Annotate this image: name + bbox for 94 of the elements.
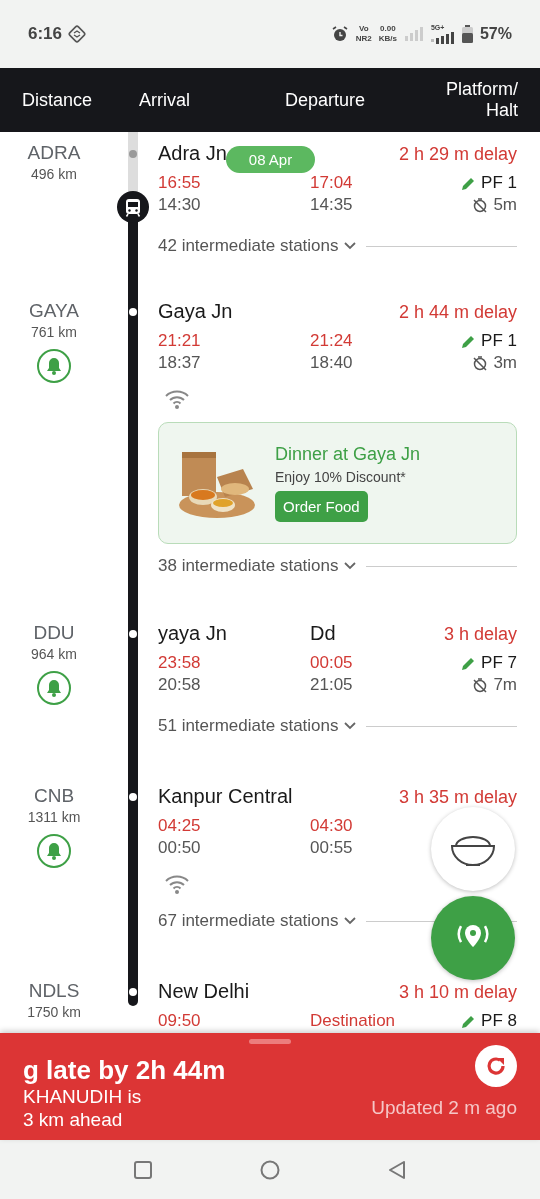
volte-label: Vo [358, 24, 369, 34]
pencil-icon[interactable] [461, 655, 477, 671]
promo-subtitle: Enjoy 10% Discount* [275, 469, 407, 485]
departure-actual-time: 21:24 [310, 330, 353, 352]
departure-actual-time: Destination [310, 1010, 396, 1032]
column-header: Distance [22, 89, 94, 111]
network-label: NR2 [355, 34, 372, 44]
station-name: Gaya Jn [158, 300, 233, 322]
delay-status: 3 h delay [443, 624, 517, 645]
arrival-actual-time: 04:25 [158, 815, 201, 837]
location-text: KHANUDIH is [23, 1085, 143, 1108]
station-distance: 761 km [31, 324, 77, 340]
arrival-scheduled-time: 20:58 [158, 674, 201, 696]
chevron-down-icon[interactable] [343, 562, 356, 570]
bell-icon[interactable] [36, 833, 72, 869]
departure-actual-time: 00:05 [310, 652, 353, 674]
stopwatch-icon [472, 355, 489, 371]
station-code: NDLS [28, 980, 80, 1002]
station-name: Dd [310, 622, 336, 645]
station-name: yaya Jn [158, 622, 227, 644]
station-code: DDU [33, 622, 75, 644]
drag-handle[interactable] [249, 1039, 291, 1044]
arrival-actual-time: 23:58 [158, 652, 201, 674]
station-code: CNB [33, 785, 75, 807]
station-name: Adra Jn [158, 142, 227, 164]
pencil-icon[interactable] [461, 1013, 477, 1029]
arrival-actual-time: 16:55 [158, 172, 201, 194]
stopwatch-icon [472, 197, 489, 213]
recents-icon[interactable] [134, 1160, 152, 1179]
station-code: ADRA [27, 142, 81, 164]
arrival-actual-time: 09:50 [158, 1010, 201, 1032]
departure-scheduled-time: 00:55 [310, 837, 353, 859]
sync-icon [68, 25, 87, 43]
back-icon[interactable] [388, 1160, 406, 1179]
food-bowl-button[interactable] [431, 807, 515, 891]
arrival-actual-time: 21:21 [158, 330, 201, 352]
halt-duration: 3m [493, 352, 517, 374]
chevron-down-icon[interactable] [343, 242, 356, 250]
station-distance: 1750 km [27, 1004, 81, 1020]
intermediate-stations-toggle[interactable]: 42 intermediate stations [158, 236, 339, 256]
delay-status: 2 h 29 m delay [398, 144, 517, 165]
last-updated-text: Updated 2 m ago [371, 1097, 517, 1119]
halt-duration: 7m [493, 674, 517, 696]
home-icon[interactable] [260, 1159, 280, 1180]
promo-title: Dinner at Gaya Jn [275, 444, 421, 465]
delay-status: 2 h 44 m delay [398, 302, 517, 323]
column-header: Arrival [139, 89, 191, 111]
signal-icon [403, 27, 424, 41]
refresh-button[interactable] [475, 1045, 517, 1087]
clock-time: 6:16 [28, 24, 63, 44]
platform-number: PF 8 [481, 1010, 517, 1032]
train-icon [116, 190, 150, 224]
date-chip: 08 Apr [226, 146, 315, 173]
chevron-down-icon[interactable] [343, 722, 356, 730]
station-distance: 496 km [31, 166, 77, 182]
signal-icon [430, 32, 455, 44]
station-distance: 964 km [31, 646, 77, 662]
departure-actual-time: 04:30 [310, 815, 353, 837]
delay-status: 3 h 10 m delay [398, 982, 517, 1003]
delay-headline: g late by 2h 44m [23, 1055, 226, 1085]
arrival-scheduled-time: 18:37 [158, 352, 201, 374]
battery-percent: 57% [479, 25, 512, 43]
intermediate-stations-toggle[interactable]: 38 intermediate stations [158, 556, 339, 576]
arrival-scheduled-time: 14:30 [158, 194, 201, 216]
live-location-button[interactable] [431, 896, 515, 980]
station-name: New Delhi [158, 980, 250, 1002]
departure-scheduled-time: 14:35 [310, 194, 353, 216]
station-code: GAYA [29, 300, 79, 322]
pencil-icon[interactable] [461, 175, 477, 191]
column-header: Departure [285, 89, 367, 111]
speed-value: 0.00 [380, 24, 396, 34]
intermediate-stations-toggle[interactable]: 51 intermediate stations [158, 716, 339, 736]
station-distance: 1311 km [27, 809, 81, 825]
departure-actual-time: 17:04 [310, 172, 353, 194]
stopwatch-icon [472, 677, 489, 693]
station-name: Kanpur Central [158, 785, 293, 807]
bell-icon[interactable] [36, 348, 72, 384]
departure-scheduled-time: 21:05 [310, 674, 353, 696]
pencil-icon[interactable] [461, 333, 477, 349]
battery-icon [461, 25, 473, 43]
column-header: Platform/ Halt [444, 79, 518, 121]
delay-status: 3 h 35 m delay [398, 787, 517, 808]
alarm-icon [330, 25, 349, 43]
speed-unit: KB/s [378, 34, 397, 44]
chevron-down-icon[interactable] [343, 917, 356, 925]
arrival-scheduled-time: 00:50 [158, 837, 201, 859]
intermediate-stations-toggle[interactable]: 67 intermediate stations [158, 911, 339, 931]
location-text: 3 km ahead [23, 1108, 124, 1131]
platform-number: PF 1 [481, 172, 517, 194]
halt-duration: 5m [493, 194, 517, 216]
platform-number: PF 7 [481, 652, 517, 674]
platform-number: PF 1 [481, 330, 517, 352]
departure-scheduled-time: 18:40 [310, 352, 353, 374]
bell-icon[interactable] [36, 670, 72, 706]
